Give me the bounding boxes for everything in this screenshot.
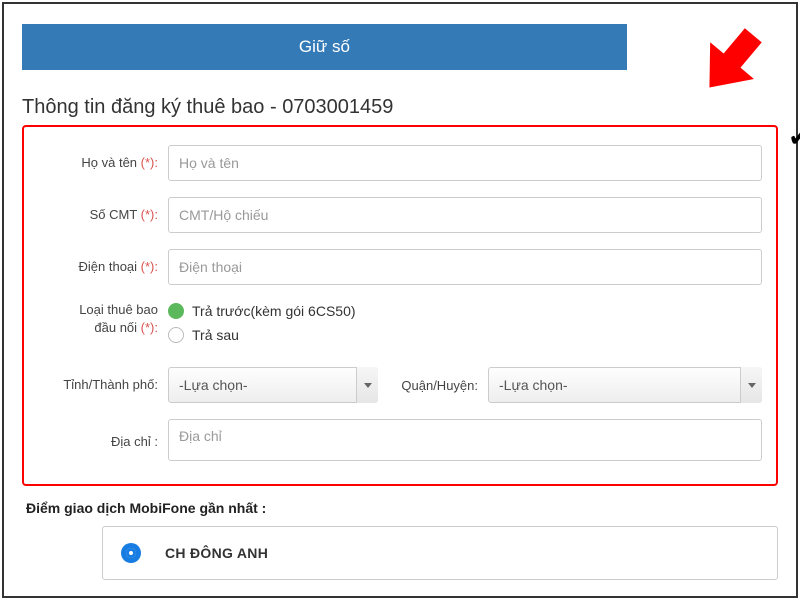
province-select[interactable]: -Lựa chọn- xyxy=(168,367,378,403)
idnum-label: Số CMT (*): xyxy=(38,206,168,224)
section-title: Thông tin đăng ký thuê bao - 0703001459 xyxy=(22,96,778,119)
store-option[interactable]: CH ĐÔNG ANH xyxy=(102,526,778,580)
radio-checked-icon xyxy=(168,303,184,319)
store-name: CH ĐÔNG ANH xyxy=(165,545,268,561)
district-label: Quận/Huyện: xyxy=(378,378,488,393)
address-input[interactable] xyxy=(168,419,762,461)
province-label: Tỉnh/Thành phố: xyxy=(38,376,168,394)
phone-number: 0703001459 xyxy=(282,96,393,118)
fullname-input[interactable] xyxy=(168,145,762,181)
subtype-label: Loại thuê bao đầu nối (*): xyxy=(38,301,168,337)
radio-postpaid[interactable]: Trả sau xyxy=(168,327,762,343)
district-select[interactable]: -Lựa chọn- xyxy=(488,367,762,403)
radio-unchecked-icon xyxy=(168,327,184,343)
tab-label: Giữ số xyxy=(299,37,350,56)
address-label: Địa chỉ : xyxy=(38,433,168,451)
phone-input[interactable] xyxy=(168,249,762,285)
radio-selected-icon xyxy=(121,543,141,563)
phone-label: Điện thoại (*): xyxy=(38,258,168,276)
idnum-input[interactable] xyxy=(168,197,762,233)
radio-prepaid[interactable]: Trả trước(kèm gói 6CS50) xyxy=(168,303,762,319)
checkmark-icon: ✔ xyxy=(788,122,800,153)
hold-number-tab[interactable]: Giữ số xyxy=(22,24,627,70)
registration-form: Họ và tên (*): Số CMT (*): Điện thoại (*… xyxy=(22,125,778,486)
nearest-store-label: Điểm giao dịch MobiFone gần nhất : xyxy=(26,500,778,516)
fullname-label: Họ và tên (*): xyxy=(38,154,168,172)
